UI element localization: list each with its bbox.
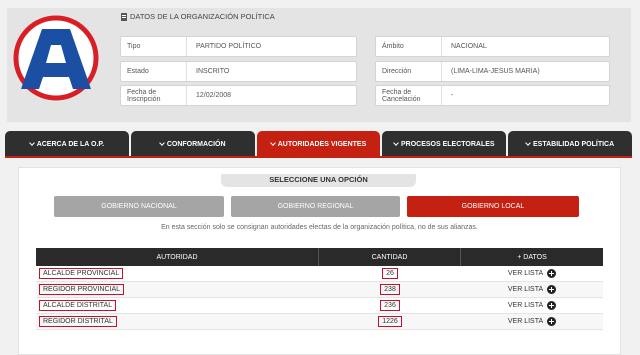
chevron-down-icon xyxy=(158,140,165,146)
column-header-autoridad: AUTORIDAD xyxy=(36,248,319,266)
document-icon xyxy=(121,12,127,21)
ver-lista-link[interactable]: VER LISTA xyxy=(461,314,603,329)
ver-lista-label: VER LISTA xyxy=(507,318,544,325)
tab-label: ESTABILIDAD POLÍTICA xyxy=(533,140,615,148)
table-header: AUTORIDAD CANTIDAD + DATOS xyxy=(36,248,603,266)
autoridad-cell: REGIDOR PROVINCIAL xyxy=(39,284,125,295)
authorities-table: AUTORIDAD CANTIDAD + DATOS ALCALDE PROVI… xyxy=(36,248,603,330)
tab-label: CONFORMACIÓN xyxy=(166,140,226,148)
field-ambito: Ámbito NACIONAL xyxy=(375,36,610,57)
party-logo xyxy=(13,15,99,101)
field-direccion: Dirección (LIMA-LIMA-JESUS MARIA) xyxy=(375,61,610,82)
field-estado: Estado INSCRITO xyxy=(120,61,357,82)
tab-conformacion[interactable]: CONFORMACIÓN xyxy=(130,131,255,157)
chevron-down-icon xyxy=(269,140,276,146)
field-label: Estado xyxy=(121,62,187,81)
option-gobierno-nacional[interactable]: GOBIERNO NACIONAL xyxy=(54,196,224,217)
chevron-down-icon xyxy=(393,140,399,146)
cantidad-cell: 26 xyxy=(382,268,398,279)
autoridad-cell: ALCALDE PROVINCIAL xyxy=(39,268,124,279)
column-header-datos: + DATOS xyxy=(517,253,547,261)
ver-lista-label: VER LISTA xyxy=(507,270,544,277)
autoridad-cell: REGIDOR DISTRITAL xyxy=(39,316,117,327)
table-body: ALCALDE PROVINCIAL 26 VER LISTA REGIDOR … xyxy=(36,266,603,330)
cantidad-cell: 236 xyxy=(380,300,400,311)
tab-label: ACERCA DE LA O.P. xyxy=(36,140,105,148)
ver-lista-link[interactable]: VER LISTA xyxy=(461,266,603,281)
tab-autoridades-vigentes[interactable]: AUTORIDADES VIGENTES xyxy=(256,131,381,157)
ver-lista-label: VER LISTA xyxy=(507,302,544,309)
section-title: DATOS DE LA ORGANIZACIÓN POLÍTICA xyxy=(121,12,275,21)
field-fecha-inscripcion: Fecha de Inscripción 12/02/2008 xyxy=(120,85,357,106)
field-value: (LIMA-LIMA-JESUS MARIA) xyxy=(451,68,540,75)
ver-lista-label: VER LISTA xyxy=(507,286,544,293)
field-label: Fecha de Inscripción xyxy=(121,86,187,105)
tab-procesos-electorales[interactable]: PROCESOS ELECTORALES xyxy=(382,131,507,157)
ver-lista-link[interactable]: VER LISTA xyxy=(461,282,603,297)
section-title-text: DATOS DE LA ORGANIZACIÓN POLÍTICA xyxy=(130,12,275,21)
plus-circle-icon xyxy=(547,301,557,310)
autoridad-cell: ALCALDE DISTRITAL xyxy=(39,300,117,311)
field-value: NACIONAL xyxy=(451,43,487,50)
field-label: Fecha de Cancelación xyxy=(376,86,442,105)
field-label: Tipo xyxy=(121,37,187,56)
option-gobierno-regional[interactable]: GOBIERNO REGIONAL xyxy=(231,196,400,217)
field-value: 12/02/2008 xyxy=(196,92,232,99)
field-tipo: Tipo PARTIDO POLÍTICO xyxy=(120,36,357,57)
info-note: En esta sección solo se consignan autori… xyxy=(161,224,478,231)
field-label: Dirección xyxy=(376,62,442,81)
option-gobierno-local[interactable]: GOBIERNO LOCAL xyxy=(407,196,579,217)
field-value: - xyxy=(451,92,454,99)
table-row: ALCALDE PROVINCIAL 26 VER LISTA xyxy=(36,266,603,282)
plus-circle-icon xyxy=(547,269,557,278)
tab-label: PROCESOS ELECTORALES xyxy=(400,140,495,148)
chevron-down-icon xyxy=(525,140,531,146)
plus-circle-icon xyxy=(547,285,557,294)
field-value: INSCRITO xyxy=(196,68,230,75)
field-value: PARTIDO POLÍTICO xyxy=(196,43,262,50)
table-row: REGIDOR PROVINCIAL 238 VER LISTA xyxy=(36,282,603,298)
tab-label: AUTORIDADES VIGENTES xyxy=(277,140,367,148)
options-title: SELECCIONE UNA OPCIÓN xyxy=(221,174,416,187)
tab-acerca[interactable]: ACERCA DE LA O.P. xyxy=(5,131,129,157)
plus-circle-icon xyxy=(547,317,557,326)
chevron-down-icon xyxy=(28,140,35,146)
field-fecha-cancelacion: Fecha de Cancelación - xyxy=(375,85,610,106)
tab-bar: ACERCA DE LA O.P. CONFORMACIÓN AUTORIDAD… xyxy=(5,131,632,157)
table-row: ALCALDE DISTRITAL 236 VER LISTA xyxy=(36,298,603,314)
field-label: Ámbito xyxy=(376,37,442,56)
ver-lista-link[interactable]: VER LISTA xyxy=(461,298,603,313)
tab-underline xyxy=(5,156,632,158)
cantidad-cell: 238 xyxy=(380,284,400,295)
cantidad-cell: 1226 xyxy=(378,316,402,327)
table-row: REGIDOR DISTRITAL 1226 VER LISTA xyxy=(36,314,603,330)
tab-estabilidad-politica[interactable]: ESTABILIDAD POLÍTICA xyxy=(508,131,632,157)
column-header-cantidad: CANTIDAD xyxy=(319,248,461,266)
